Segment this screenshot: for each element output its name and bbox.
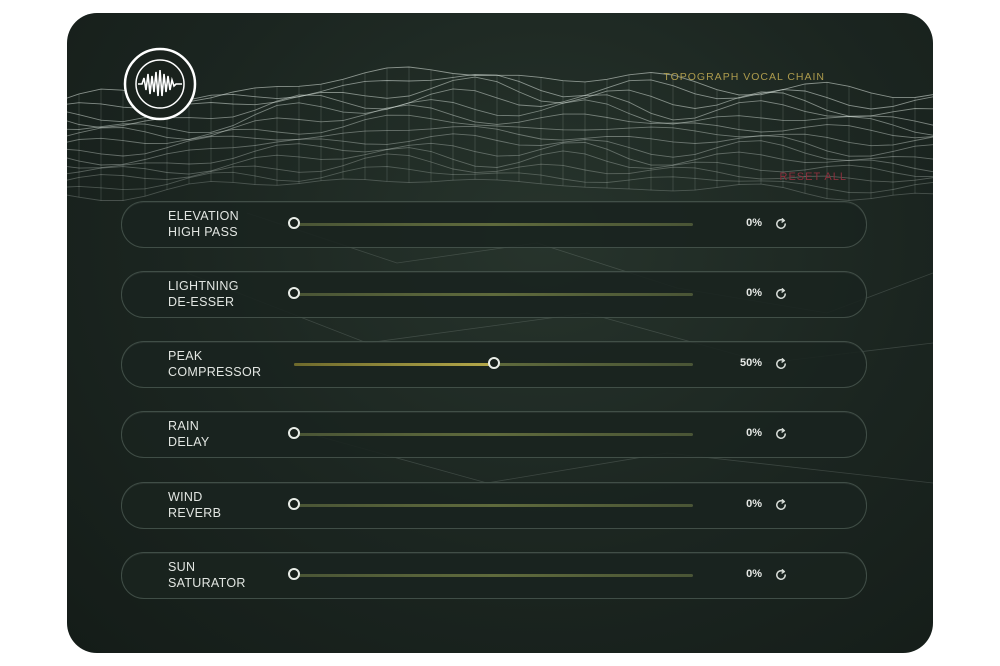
control-label: SUN SATURATOR (168, 560, 246, 590)
reset-control-icon[interactable] (774, 427, 788, 441)
value-readout: 50% (739, 357, 762, 369)
control-row-sun-saturator: SUN SATURATOR 0% (121, 552, 867, 599)
reset-control-icon[interactable] (774, 287, 788, 301)
control-label: RAIN DELAY (168, 419, 210, 449)
reset-control-icon[interactable] (774, 357, 788, 371)
control-row-rain-delay: RAIN DELAY 0% (121, 411, 867, 458)
control-label: WIND REVERB (168, 490, 222, 520)
control-row-lightning-de-esser: LIGHTNING DE-ESSER 0% (121, 271, 867, 318)
slider-track[interactable] (288, 568, 693, 580)
reset-all-button[interactable]: RESET ALL (780, 171, 848, 183)
reset-control-icon[interactable] (774, 498, 788, 512)
reset-control-icon[interactable] (774, 568, 788, 582)
value-readout: 0% (746, 287, 762, 299)
reset-control-icon[interactable] (774, 217, 788, 231)
slider-knob[interactable] (288, 427, 300, 439)
value-readout: 0% (746, 498, 762, 510)
slider-knob[interactable] (288, 568, 300, 580)
control-label: ELEVATION HIGH PASS (168, 209, 240, 239)
slider-knob[interactable] (288, 287, 300, 299)
slider-track[interactable] (288, 427, 693, 439)
value-readout: 0% (746, 427, 762, 439)
slider-fill (294, 363, 494, 366)
brand-logo-icon (122, 46, 198, 122)
control-row-elevation-high-pass: ELEVATION HIGH PASS 0% (121, 201, 867, 248)
slider-track[interactable] (288, 287, 693, 299)
plugin-panel: TOPOGRAPH VOCAL CHAIN RESET ALL ELEVATIO… (67, 13, 933, 653)
value-readout: 0% (746, 568, 762, 580)
control-label: LIGHTNING DE-ESSER (168, 279, 239, 309)
control-row-wind-reverb: WIND REVERB 0% (121, 482, 867, 529)
slider-knob[interactable] (288, 217, 300, 229)
slider-knob[interactable] (288, 498, 300, 510)
slider-knob[interactable] (487, 357, 500, 369)
slider-track[interactable] (288, 217, 693, 229)
plugin-title: TOPOGRAPH VOCAL CHAIN (663, 71, 825, 83)
slider-track[interactable] (288, 498, 693, 510)
control-label: PEAK COMPRESSOR (168, 349, 262, 379)
slider-track[interactable] (294, 357, 693, 369)
value-readout: 0% (746, 217, 762, 229)
control-row-peak-compressor: PEAK COMPRESSOR 50% (121, 341, 867, 388)
